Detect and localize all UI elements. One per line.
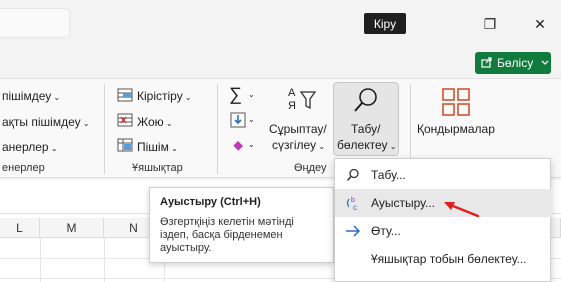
column-header[interactable]: L xyxy=(0,218,40,238)
menu-item-label: Ұяшықтар тобын бөлектеу... xyxy=(371,252,527,266)
restore-icon[interactable]: ❐ xyxy=(477,12,503,36)
format-button[interactable]: Пішім ⌄ xyxy=(137,140,178,154)
cells-group-label: Ұяшықтар xyxy=(132,162,183,174)
styles-group-label: енерлер xyxy=(2,162,45,174)
grid-line xyxy=(104,238,105,282)
share-icon xyxy=(481,56,493,71)
insert-cells-icon xyxy=(117,87,133,103)
share-button[interactable]: Бөлісу xyxy=(475,52,551,74)
search-icon xyxy=(335,168,371,182)
chevron-down-icon xyxy=(541,58,549,68)
menu-item-find[interactable]: Табу... xyxy=(335,161,552,189)
format-cells-icon xyxy=(117,137,133,153)
annotation-arrow-icon xyxy=(444,202,480,218)
autosum-icon[interactable]: ∑ xyxy=(229,84,242,105)
chevron-down-icon: ⌄ xyxy=(248,140,255,149)
format-as-table-button[interactable]: ақты пішімдеу ⌄ xyxy=(2,115,90,129)
sort-filter-button[interactable]: сүзгілеу ⌄ xyxy=(272,138,325,152)
group-divider xyxy=(217,84,218,174)
fill-icon[interactable] xyxy=(230,112,246,128)
menu-item-label: Табу... xyxy=(371,168,406,182)
chevron-down-icon: ⌄ xyxy=(248,115,255,124)
sort-filter-icon: A Я xyxy=(284,84,320,114)
clear-icon[interactable] xyxy=(230,137,246,153)
menu-item-goto[interactable]: Өту... xyxy=(335,217,552,245)
svg-text:Я: Я xyxy=(288,100,296,112)
addins-icon xyxy=(440,86,472,118)
menu-item-label: Өту... xyxy=(371,224,401,238)
tooltip-title: Ауыстыру (Ctrl+H) xyxy=(160,196,261,208)
find-select-label-1: Табу/ xyxy=(351,122,381,136)
delete-cells-icon xyxy=(117,112,133,128)
tooltip-body: Өзгертқіңіз келетін мәтінді іздеп, басқа… xyxy=(160,216,294,254)
arrow-right-icon xyxy=(335,225,371,237)
column-header[interactable]: M xyxy=(40,218,104,238)
editing-group-label: Өңдеу xyxy=(294,162,327,174)
group-divider xyxy=(104,84,105,174)
replace-tooltip: Ауыстыру (Ctrl+H) Өзгертқіңіз келетін мә… xyxy=(149,187,334,263)
replace-icon: b c xyxy=(335,194,371,212)
sign-in-button[interactable]: Кіру xyxy=(364,13,406,34)
find-select-label-2: бөлектеу ⌄ xyxy=(337,138,397,152)
svg-text:A: A xyxy=(288,87,296,99)
menu-item-label: Ауыстыру... xyxy=(371,196,435,210)
insert-button[interactable]: Кірістіру ⌄ xyxy=(137,89,192,103)
sort-filter-label-1[interactable]: Сұрыптау/ xyxy=(269,122,327,136)
delete-button[interactable]: Жою ⌄ xyxy=(137,115,173,129)
search-box[interactable] xyxy=(0,8,70,38)
search-icon xyxy=(351,86,381,116)
menu-item-select-cells[interactable]: Ұяшықтар тобын бөлектеу... xyxy=(335,245,552,273)
close-icon[interactable]: ✕ xyxy=(527,12,553,36)
cell-styles-button[interactable]: анерлер ⌄ xyxy=(2,140,58,154)
share-label: Бөлісу xyxy=(497,56,534,70)
conditional-formatting-button[interactable]: пішімдеу ⌄ xyxy=(2,89,60,103)
chevron-down-icon: ⌄ xyxy=(248,90,255,99)
find-select-menu: Табу... b c Ауыстыру... Өту... Ұяшықтар … xyxy=(334,158,552,282)
svg-text:c: c xyxy=(353,203,357,212)
title-bar: Кіру ❐ ✕ xyxy=(0,0,561,48)
addins-button[interactable]: Қондырмалар xyxy=(417,122,495,136)
grid-line xyxy=(40,238,41,282)
